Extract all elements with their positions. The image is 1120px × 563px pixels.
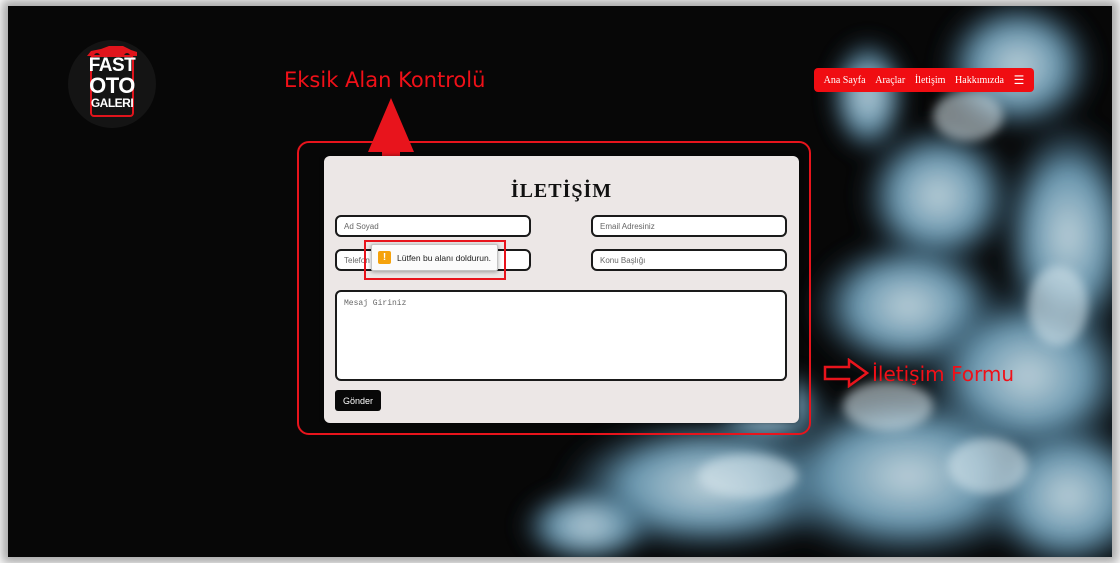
annotation-right-arrow-icon bbox=[823, 358, 869, 388]
nav-item-contact[interactable]: İletişim bbox=[915, 75, 946, 86]
form-title: İLETİŞİM bbox=[510, 180, 613, 202]
send-button[interactable]: Gönder bbox=[335, 390, 381, 411]
annotation-tooltip-outline bbox=[364, 240, 506, 280]
screenshot-frame: FAST OTO GALERI Ana Sayfa Araçlar İletiş… bbox=[8, 6, 1112, 557]
message-textarea[interactable]: Mesaj Giriniz bbox=[335, 290, 787, 381]
logo-text-galeri: GALERI bbox=[90, 96, 134, 110]
nav-item-about[interactable]: Hakkımızda bbox=[955, 75, 1004, 86]
contact-form-card: İLETİŞİM Ad Soyad Email Adresiniz Telefo… bbox=[324, 156, 799, 423]
annotation-contact-form: İletişim Formu bbox=[872, 362, 1015, 386]
email-input[interactable]: Email Adresiniz bbox=[591, 215, 787, 237]
nav-item-home[interactable]: Ana Sayfa bbox=[824, 75, 866, 86]
hamburger-menu-icon[interactable]: ☰ bbox=[1014, 73, 1025, 87]
name-input[interactable]: Ad Soyad bbox=[335, 215, 531, 237]
subject-input[interactable]: Konu Başlığı bbox=[591, 249, 787, 271]
site-logo[interactable]: FAST OTO GALERI bbox=[68, 40, 156, 128]
main-navbar: Ana Sayfa Araçlar İletişim Hakkımızda ☰ bbox=[814, 68, 1034, 92]
nav-item-cars[interactable]: Araçlar bbox=[875, 75, 905, 86]
annotation-missing-field-check: Eksik Alan Kontrolü bbox=[284, 68, 486, 92]
logo-text-oto: OTO bbox=[89, 73, 135, 98]
